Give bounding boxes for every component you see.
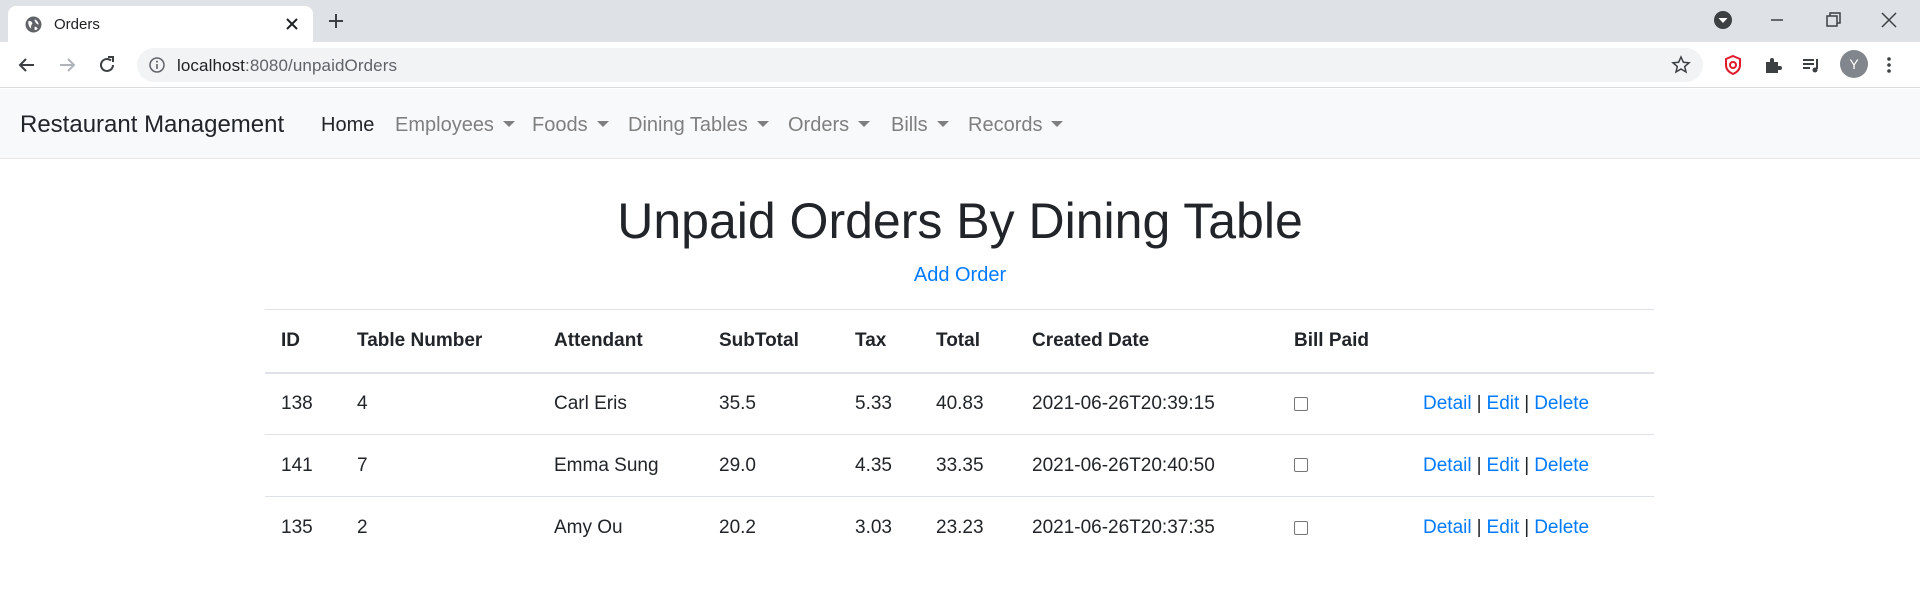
detail-link[interactable]: Detail [1423, 393, 1472, 414]
cell-attendant: Emma Sung [538, 434, 703, 497]
col-header-subtotal: SubTotal [703, 309, 839, 374]
cell-id: 138 [281, 392, 313, 414]
cell-table-number: 2 [341, 496, 538, 559]
delete-link[interactable]: Delete [1534, 455, 1589, 476]
add-order-link: Add Order [913, 264, 1007, 286]
browser-tab[interactable]: Orders [8, 6, 313, 42]
action-separator: | [1476, 392, 1482, 414]
info-icon[interactable] [149, 57, 165, 73]
address-bar[interactable]: localhost:8080/unpaidOrders [137, 48, 1703, 82]
action-separator: | [1476, 454, 1482, 476]
cell-total: 23.23 [920, 496, 1016, 559]
tab-title: Orders [54, 16, 100, 33]
detail-link[interactable]: Detail [1423, 455, 1472, 476]
extension-shield-icon[interactable] [1722, 54, 1744, 76]
reload-icon[interactable] [96, 54, 118, 76]
col-header-actions [1407, 309, 1654, 374]
bill-paid-checkbox[interactable] [1294, 396, 1308, 411]
col-header-id: ID [265, 309, 341, 374]
new-tab-icon[interactable] [326, 11, 346, 31]
table-row: 138 4 Carl Eris 35.5 5.33 40.83 2021-06-26T20:… [265, 373, 1654, 435]
browser-toolbar: localhost:8080/unpaidOrders [0, 42, 1920, 88]
minimize-icon[interactable] [1766, 9, 1788, 31]
cell-table-number: 7 [341, 434, 538, 497]
window-close-icon[interactable] [1878, 9, 1900, 31]
cell-subtotal: 20.2 [703, 496, 839, 559]
caret-down-icon [502, 121, 515, 127]
action-separator: | [1524, 454, 1530, 476]
cell-created-date: 2021-06-26T20:39:15 [1032, 392, 1215, 414]
url-text: localhost:8080/unpaidOrders [177, 56, 398, 75]
page-title: Unpaid Orders By Dining Table [617, 193, 1303, 249]
col-header-tax: Tax [839, 309, 920, 374]
cell-attendant: Amy Ou [538, 496, 703, 559]
cell-tax: 4.35 [839, 434, 920, 497]
cell-bill-paid [1278, 496, 1407, 559]
cell-total: 33.35 [920, 434, 1016, 497]
media-queue-icon[interactable] [1800, 54, 1822, 76]
nav-records-dropdown[interactable]: Records [968, 114, 1064, 137]
cell-actions: Detail | Edit | Delete [1407, 434, 1654, 497]
cell-table-number: 4 [357, 392, 368, 414]
action-separator: | [1524, 516, 1530, 538]
col-header-created-date: Created Date [1016, 309, 1278, 374]
edit-link[interactable]: Edit [1487, 393, 1520, 414]
extensions-puzzle-icon[interactable] [1762, 54, 1784, 76]
tab-search-icon[interactable] [1712, 9, 1734, 31]
back-icon[interactable] [16, 54, 38, 76]
close-icon[interactable] [283, 15, 301, 33]
navbar-brand[interactable]: Restaurant Management [20, 111, 284, 139]
globe-icon [25, 16, 42, 33]
cell-id: 135 [265, 496, 341, 559]
cell-tax: 3.03 [839, 496, 920, 559]
cell-bill-paid [1278, 434, 1407, 497]
col-header-total: Total [920, 309, 1016, 374]
caret-down-icon [756, 121, 769, 127]
cell-created-date: 2021-06-26T20:40:50 [1016, 434, 1278, 497]
nav-dining-tables-dropdown[interactable]: Dining Tables [628, 114, 769, 137]
cell-id: 141 [265, 434, 341, 497]
action-separator: | [1524, 392, 1530, 414]
bill-paid-checkbox[interactable] [1294, 458, 1308, 473]
delete-link[interactable]: Delete [1534, 393, 1589, 414]
menu-kebab-icon[interactable] [1878, 54, 1900, 76]
cell-actions: Detail | Edit | Delete [1407, 373, 1654, 435]
unpaid-orders-table: ID Table Number Attendant SubTotal Tax T… [265, 309, 1654, 559]
cell-actions: Detail | Edit | Delete [1407, 496, 1654, 559]
nav-orders-dropdown[interactable]: Orders [788, 114, 871, 137]
col-header-table-number: Table Number [341, 309, 538, 374]
profile-avatar[interactable]: Y [1840, 50, 1868, 78]
bookmark-star-icon[interactable] [1671, 55, 1691, 75]
cell-subtotal: 35.5 [719, 392, 756, 414]
navbar: Restaurant Management Home Employees Foo… [0, 89, 1920, 159]
caret-down-icon [858, 121, 871, 127]
nav-home[interactable]: Home [321, 114, 374, 137]
bill-paid-checkbox[interactable] [1294, 520, 1308, 535]
caret-down-icon [1051, 121, 1064, 127]
cell-total: 40.83 [936, 392, 984, 414]
table-row: 141 7 Emma Sung 29.0 4.35 33.35 2021-06-26T20:… [265, 434, 1654, 497]
nav-bills-dropdown[interactable]: Bills [891, 114, 949, 137]
cell-created-date: 2021-06-26T20:37:35 [1016, 496, 1278, 559]
nav-foods-dropdown[interactable]: Foods [532, 114, 609, 137]
browser-tabstrip: Orders [0, 0, 1920, 42]
cell-bill-paid [1278, 373, 1407, 435]
action-separator: | [1476, 516, 1482, 538]
cell-attendant: Carl Eris [554, 392, 627, 414]
nav-employees-dropdown[interactable]: Employees [395, 114, 515, 137]
restore-icon[interactable] [1822, 9, 1844, 31]
caret-down-icon [936, 121, 949, 127]
cell-tax: 5.33 [855, 392, 892, 414]
caret-down-icon [596, 121, 609, 127]
col-header-bill-paid: Bill Paid [1278, 309, 1407, 374]
edit-link[interactable]: Edit [1487, 517, 1520, 538]
col-header-attendant: Attendant [538, 309, 703, 374]
table-header-row: ID Table Number Attendant SubTotal Tax T… [265, 309, 1654, 374]
forward-icon[interactable] [56, 54, 78, 76]
table-row: 135 2 Amy Ou 20.2 3.03 23.23 2021-06-26T20:37:… [265, 496, 1654, 559]
detail-link[interactable]: Detail [1423, 517, 1472, 538]
cell-subtotal: 29.0 [703, 434, 839, 497]
edit-link[interactable]: Edit [1487, 455, 1520, 476]
delete-link[interactable]: Delete [1534, 517, 1589, 538]
